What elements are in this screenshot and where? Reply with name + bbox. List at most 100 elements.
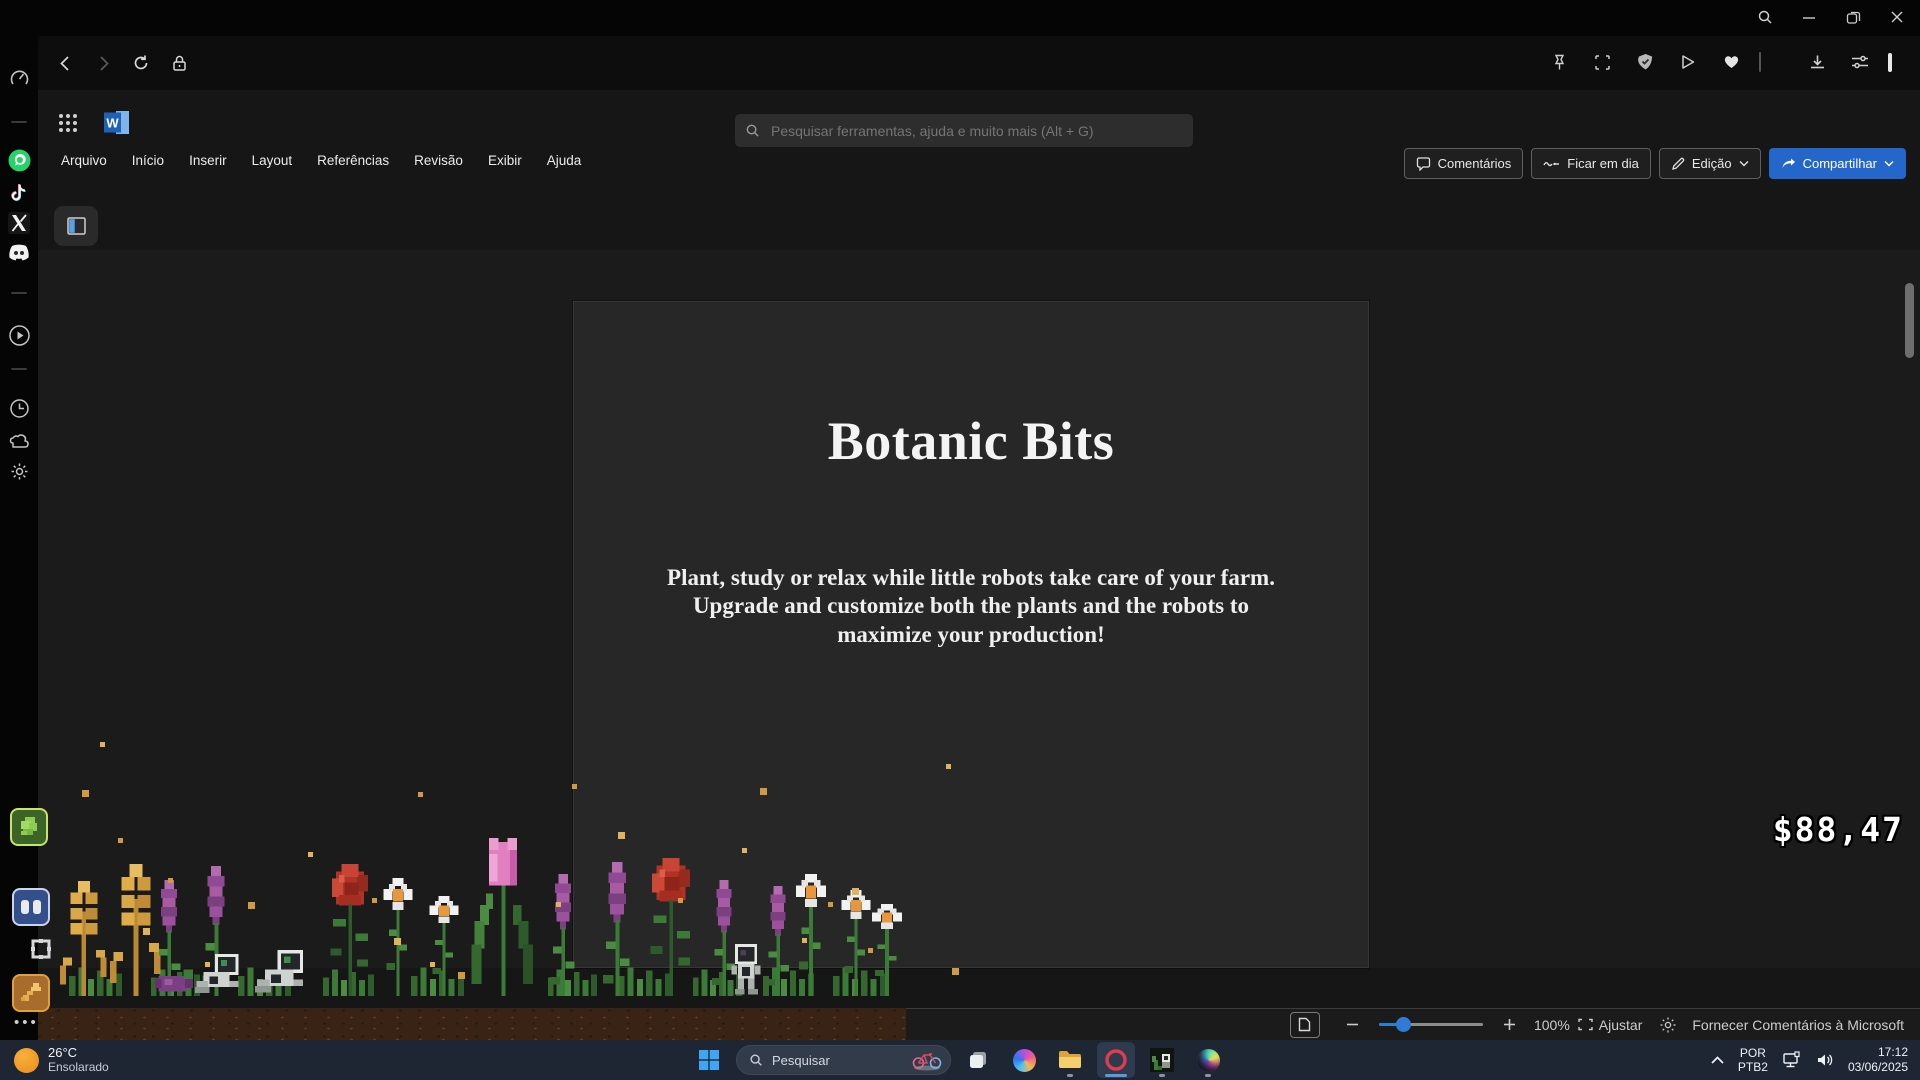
document-page[interactable]: Botanic Bits Plant, study or relax while… [573,301,1369,968]
system-tray: POR PTB2 17:12 03/06/2025 [1711,1045,1920,1075]
game-robots-button[interactable] [12,888,50,926]
catch-up-button[interactable]: Ficar em dia [1531,148,1651,179]
zoom-level[interactable]: 100% [1534,1017,1570,1033]
pencil-icon [1671,157,1685,171]
tray-date: 03/06/2025 [1848,1060,1908,1075]
player-icon[interactable] [1673,47,1703,77]
fit-icon [1578,1018,1593,1031]
game-more-dots[interactable]: ••• [14,1014,39,1031]
menu-revisao[interactable]: Revisão [414,153,463,168]
color-sphere-app-button[interactable] [1189,1042,1227,1078]
search-icon [745,123,760,138]
sidebar-divider [11,121,27,123]
zoom-slider-thumb[interactable] [1396,1017,1411,1032]
document-title: Botanic Bits [574,410,1368,472]
taskbar-search[interactable]: Pesquisar [736,1045,951,1075]
pin-icon[interactable] [1544,47,1574,77]
menu-arquivo[interactable]: Arquivo [61,153,107,168]
extensions-icon[interactable] [0,430,38,451]
task-view-button[interactable] [959,1042,997,1078]
speed-dial-icon[interactable] [0,68,38,89]
file-explorer-button[interactable] [1051,1042,1089,1078]
brightness-icon[interactable] [1660,1017,1676,1033]
bing-daily-bicycle-icon [910,1049,944,1071]
page-view-button[interactable] [1290,1012,1320,1038]
game-tools-button[interactable] [12,974,50,1012]
page-icon [1298,1017,1311,1032]
game-frame-button[interactable] [28,936,54,962]
input-language-indicator[interactable]: POR PTB2 [1738,1046,1768,1074]
word-search-input[interactable] [769,122,1183,140]
share-button[interactable]: Compartilhar [1769,148,1906,179]
tiktok-icon[interactable] [0,183,38,205]
botanic-bits-taskbar-button[interactable] [1143,1042,1181,1078]
word-logo[interactable]: W [104,110,131,135]
weather-temp: 26°C [48,1045,109,1060]
fit-page-button[interactable]: Ajustar [1578,1017,1643,1033]
comments-button[interactable]: Comentários [1404,148,1524,179]
activity-icon [1543,158,1560,170]
copilot-button[interactable] [1005,1042,1043,1078]
menu-exibir[interactable]: Exibir [488,153,522,168]
nav-pane-toggle-button[interactable] [54,206,98,246]
shield-check-icon[interactable] [1630,47,1660,77]
snapshot-icon[interactable] [1587,47,1617,77]
heart-icon[interactable] [1716,47,1746,77]
weather-widget[interactable]: 26°C Ensolarado [0,1045,240,1075]
copilot-icon [1013,1049,1036,1072]
gx-corner-icon[interactable] [0,324,38,347]
minimize-button[interactable] [1794,2,1824,32]
app-launcher-waffle-icon[interactable] [57,112,79,134]
leaf-icon [17,815,41,839]
windows-logo-icon [698,1049,720,1071]
forward-button[interactable] [86,46,120,80]
discord-icon[interactable] [0,244,38,262]
game-plants-button[interactable] [10,808,48,846]
whatsapp-icon[interactable] [0,148,38,173]
download-icon[interactable] [1802,47,1832,77]
screen: W Arquivo Início Inserir Layout Referênc… [0,0,1920,1080]
comment-icon [1416,157,1431,171]
tab-search-icon[interactable] [1750,2,1780,32]
zoom-out-button[interactable] [1334,1018,1371,1031]
zoom-in-button[interactable] [1491,1018,1528,1031]
menu-referencias[interactable]: Referências [317,153,389,168]
history-icon[interactable] [0,398,38,419]
frame-icon [29,937,53,961]
tune-icon[interactable] [1845,47,1875,77]
network-icon[interactable] [1782,1051,1802,1069]
clock-widget[interactable]: 17:12 03/06/2025 [1848,1045,1908,1075]
volume-icon[interactable] [1816,1052,1834,1068]
task-view-icon [967,1049,989,1071]
side-panel-icon [67,217,86,235]
svg-text:W: W [106,116,119,131]
settings-gear-icon[interactable] [0,461,38,482]
opera-gx-taskbar-button[interactable] [1097,1042,1135,1078]
reload-button[interactable] [124,46,158,80]
menu-layout[interactable]: Layout [252,153,293,168]
feedback-link[interactable]: Fornecer Comentários à Microsoft [1692,1017,1904,1033]
editing-mode-button[interactable]: Edição [1659,148,1761,179]
word-search[interactable] [735,114,1193,147]
sidebar-toggle-handle[interactable] [1888,53,1892,72]
chevron-down-icon [1884,160,1894,167]
toolbar-separator [1759,52,1761,72]
restore-button[interactable] [1838,2,1868,32]
wrench-icon [19,981,43,1005]
menu-ajuda[interactable]: Ajuda [547,153,582,168]
close-button[interactable] [1882,2,1912,32]
tray-chevron-up-icon[interactable] [1711,1056,1724,1064]
tray-time: 17:12 [1848,1045,1908,1060]
lock-icon[interactable] [162,46,196,80]
menu-inserir[interactable]: Inserir [189,153,227,168]
vertical-scrollbar[interactable] [1905,283,1914,358]
x-icon[interactable] [0,212,38,234]
sidebar-divider [11,368,27,370]
back-button[interactable] [48,46,82,80]
document-canvas: Botanic Bits Plant, study or relax while… [38,250,1920,968]
zoom-slider[interactable] [1379,1023,1483,1026]
folder-icon [1058,1050,1082,1070]
menu-inicio[interactable]: Início [132,153,164,168]
windows-taskbar: 26°C Ensolarado Pesquisar [0,1040,1920,1080]
start-button[interactable] [690,1042,728,1078]
